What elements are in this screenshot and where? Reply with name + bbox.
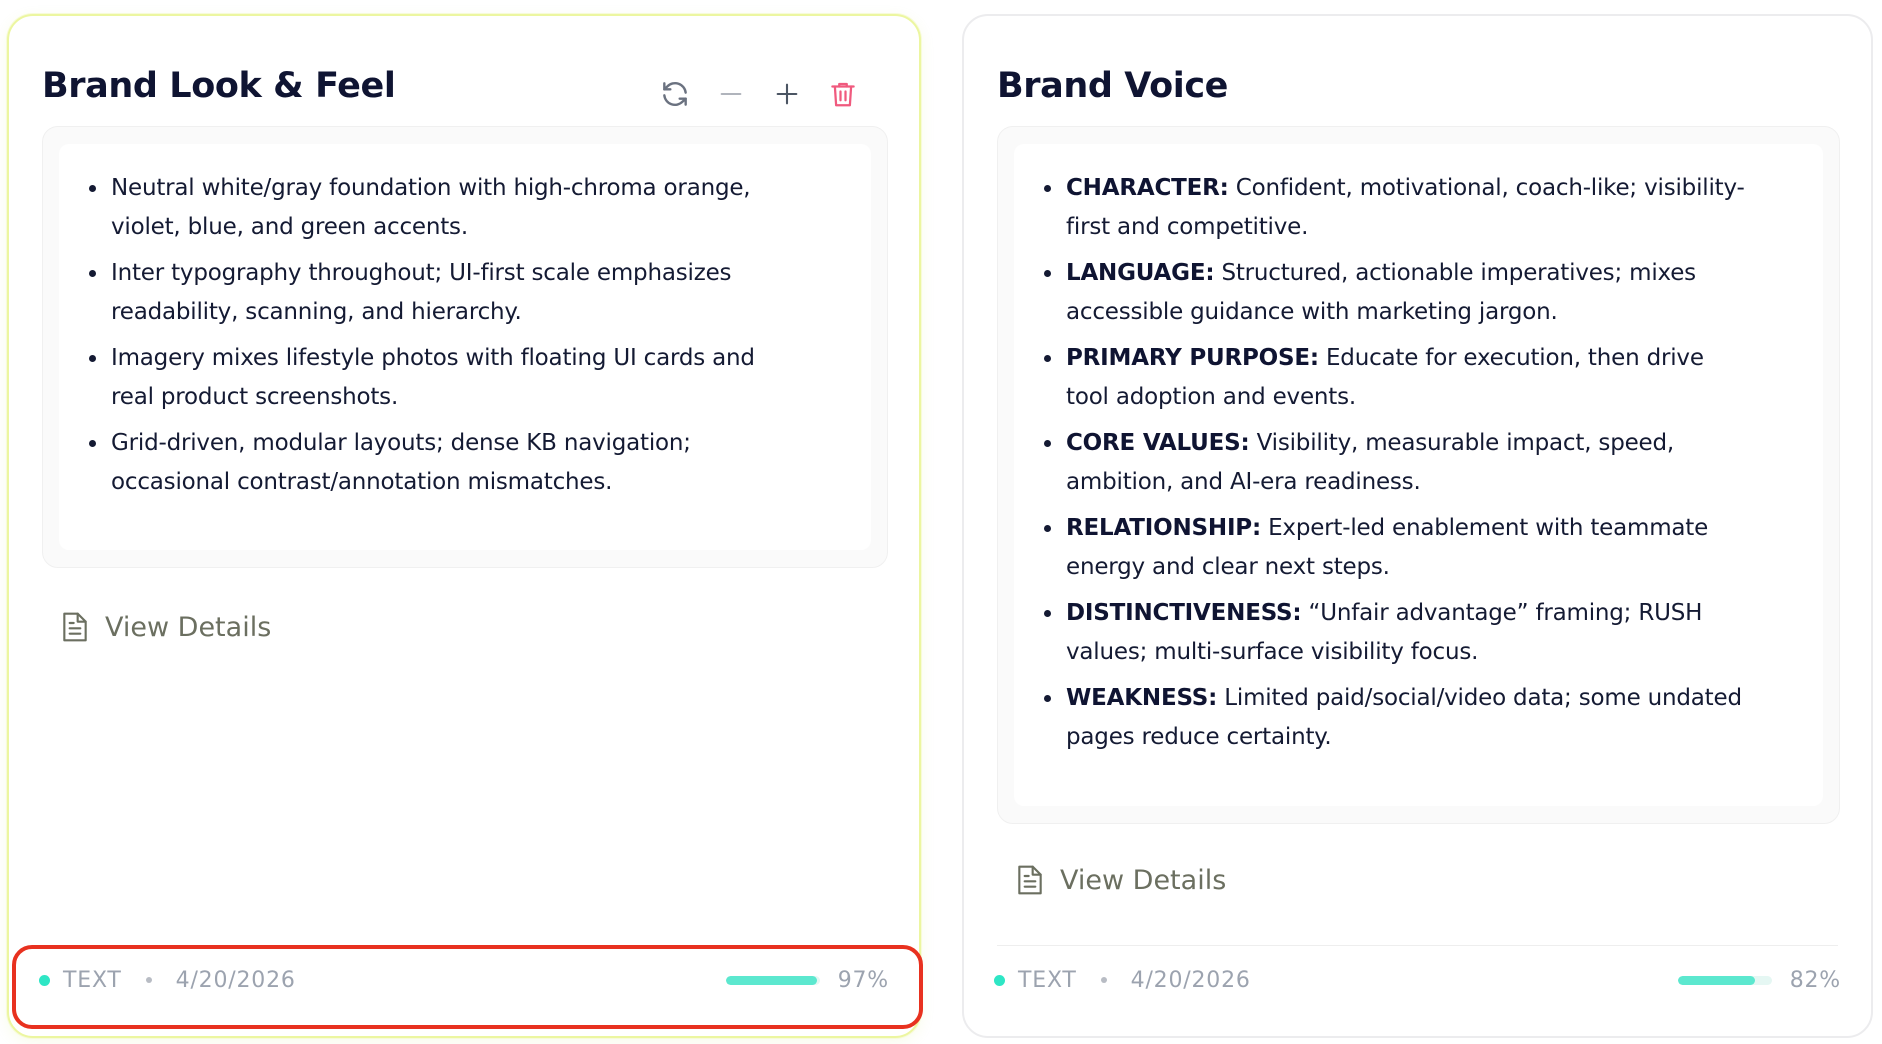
separator-dot — [1100, 977, 1107, 983]
brand-cards-page: Brand Look & Feel Neutral white/gray fou… — [0, 0, 1882, 1044]
progress-label: 82% — [1789, 967, 1841, 993]
collapse-button[interactable] — [713, 76, 749, 112]
date-label: 4/20/2026 — [175, 967, 296, 993]
bullet-text: Neutral white/gray foundation with high-… — [111, 175, 751, 240]
card-title: Brand Voice — [997, 66, 1229, 106]
bullet-label: CHARACTER: — [1066, 175, 1229, 201]
date-label: 4/20/2026 — [1130, 967, 1251, 993]
document-icon — [63, 612, 87, 642]
card-actions — [657, 76, 861, 112]
bullet-text: Imagery mixes lifestyle photos with floa… — [111, 345, 755, 410]
bullet-list: Neutral white/gray foundation with high-… — [89, 169, 801, 509]
bullet-label: RELATIONSHIP: — [1066, 515, 1261, 541]
content-type-label: TEXT — [1018, 967, 1077, 993]
bullet-list: CHARACTER: Confident, motivational, coac… — [1044, 169, 1753, 764]
trash-icon — [831, 82, 855, 107]
brand-voice-card: Brand Voice CHARACTER: Confident, motiva… — [962, 14, 1873, 1038]
brand-look-feel-card: Brand Look & Feel Neutral white/gray fou… — [7, 14, 921, 1038]
minus-icon — [720, 92, 742, 96]
content-inner: Neutral white/gray foundation with high-… — [59, 144, 871, 550]
content-type-label: TEXT — [63, 967, 122, 993]
bullet-item: LANGUAGE: Structured, actionable imperat… — [1044, 254, 1753, 331]
view-details-link[interactable]: View Details — [1016, 864, 1226, 896]
delete-button[interactable] — [825, 76, 861, 112]
content-inner: CHARACTER: Confident, motivational, coac… — [1014, 144, 1823, 806]
content-panel: Neutral white/gray foundation with high-… — [42, 126, 888, 568]
bullet-item: CORE VALUES: Visibility, measurable impa… — [1044, 424, 1753, 501]
card-footer: TEXT 4/20/2026 97% — [39, 960, 889, 1000]
bullet-item: RELATIONSHIP: Expert-led enablement with… — [1044, 509, 1753, 586]
bullet-item: Grid-driven, modular layouts; dense KB n… — [89, 424, 801, 501]
bullet-item: Imagery mixes lifestyle photos with floa… — [89, 339, 801, 416]
view-details-label: View Details — [105, 611, 272, 643]
bullet-item: Inter typography throughout; UI-first sc… — [89, 254, 801, 331]
bullet-text: Grid-driven, modular layouts; dense KB n… — [111, 430, 691, 495]
progress-fill — [1677, 975, 1755, 985]
bullet-item: WEAKNESS: Limited paid/social/video data… — [1044, 679, 1753, 756]
progress-fill — [725, 975, 817, 985]
view-details-link[interactable]: View Details — [61, 611, 271, 643]
card-title: Brand Look & Feel — [42, 66, 396, 106]
bullet-item: PRIMARY PURPOSE: Educate for execution, … — [1044, 339, 1753, 416]
view-details-label: View Details — [1060, 864, 1227, 896]
progress-bar — [1677, 975, 1772, 985]
status-dot — [994, 974, 1005, 986]
bullet-item: Neutral white/gray foundation with high-… — [89, 169, 801, 246]
bullet-label: PRIMARY PURPOSE: — [1066, 345, 1319, 371]
progress-bar — [725, 975, 820, 985]
document-icon — [1018, 865, 1042, 895]
expand-button[interactable] — [769, 76, 805, 112]
separator-dot — [145, 977, 152, 983]
status-dot — [39, 974, 50, 986]
plus-icon — [776, 83, 798, 105]
bullet-label: WEAKNESS: — [1066, 685, 1218, 711]
bullet-item: CHARACTER: Confident, motivational, coac… — [1044, 169, 1753, 246]
refresh-button[interactable] — [657, 76, 693, 112]
bullet-item: DISTINCTIVENESS: “Unfair advantage” fram… — [1044, 594, 1753, 671]
bullet-label: DISTINCTIVENESS: — [1066, 600, 1302, 626]
content-panel: CHARACTER: Confident, motivational, coac… — [997, 126, 1840, 824]
bullet-label: CORE VALUES: — [1066, 430, 1250, 456]
bullet-label: LANGUAGE: — [1066, 260, 1215, 286]
footer-divider — [997, 945, 1838, 946]
progress-label: 97% — [837, 967, 889, 993]
refresh-icon — [663, 81, 687, 107]
bullet-text: Inter typography throughout; UI-first sc… — [111, 260, 732, 325]
card-footer: TEXT 4/20/2026 82% — [994, 960, 1841, 1000]
